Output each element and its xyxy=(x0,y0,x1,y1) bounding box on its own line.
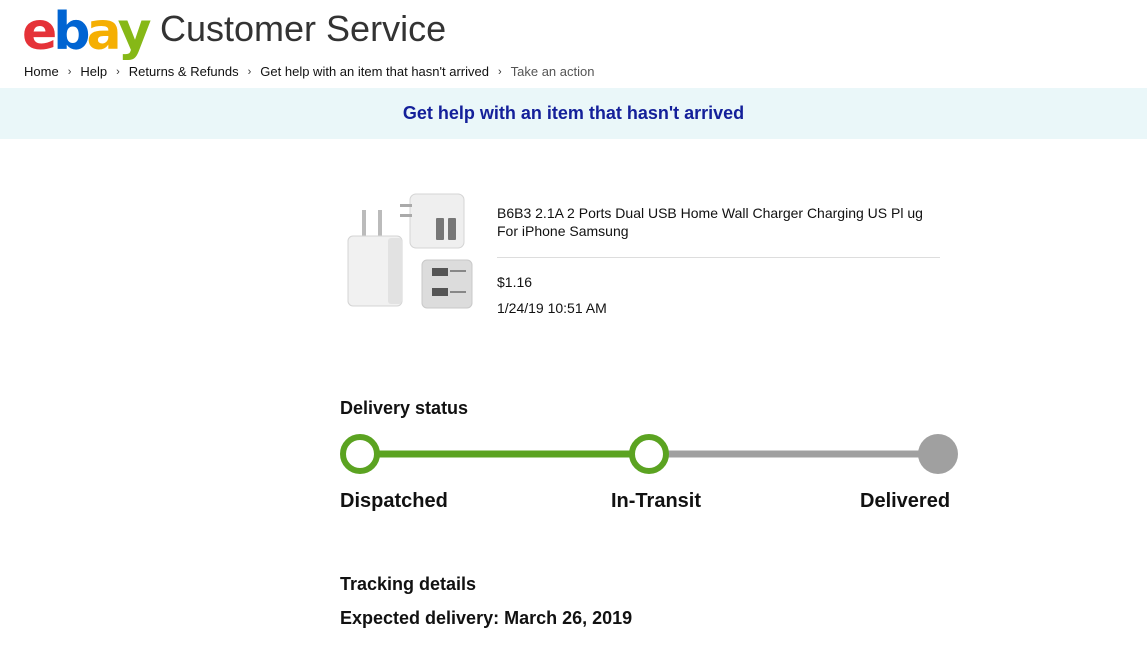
breadcrumb-separator-icon: › xyxy=(497,65,502,78)
breadcrumb-separator-icon: › xyxy=(67,65,72,78)
expected-delivery: Expected delivery: March 26, 2019 xyxy=(340,608,633,628)
tracking-details-heading: Tracking details xyxy=(340,574,477,594)
page-banner: Get help with an item that hasn't arrive… xyxy=(0,88,1147,139)
item-divider xyxy=(497,257,940,258)
item-price: $1.16 xyxy=(497,274,533,290)
usb-wall-charger-image xyxy=(340,188,474,312)
breadcrumb-current: Take an action xyxy=(510,64,595,79)
banner-title: Get help with an item that hasn't arrive… xyxy=(402,103,745,123)
ebay-logo-letter: y xyxy=(117,2,152,62)
breadcrumb: Home › Help › Returns & Refunds › Get he… xyxy=(24,64,594,79)
breadcrumb-help[interactable]: Help xyxy=(80,64,107,79)
breadcrumb-separator-icon: › xyxy=(116,65,120,78)
delivery-progress-tracker xyxy=(340,434,958,474)
ebay-logo-letter: a xyxy=(86,2,122,62)
ebay-logo-text: ebay xyxy=(22,2,152,62)
step-label-in-transit: In-Transit xyxy=(611,490,702,512)
ebay-logo-letter: e xyxy=(22,2,57,62)
ebay-logo-letter: b xyxy=(53,2,90,62)
step-in-transit-icon xyxy=(629,434,669,474)
step-dispatched-icon xyxy=(340,434,380,474)
breadcrumb-home[interactable]: Home xyxy=(24,64,59,79)
step-delivered-icon xyxy=(918,434,958,474)
item-title[interactable]: B6B3 2.1A 2 Ports Dual USB Home Wall Cha… xyxy=(497,204,942,240)
page-title: Customer Service xyxy=(160,8,447,49)
breadcrumb-item-not-arrived[interactable]: Get help with an item that hasn't arrive… xyxy=(260,64,489,79)
breadcrumb-separator-icon: › xyxy=(247,65,252,78)
item-purchase-date: 1/24/19 10:51 AM xyxy=(497,300,607,316)
step-label-delivered: Delivered xyxy=(860,490,951,512)
breadcrumb-returns-refunds[interactable]: Returns & Refunds xyxy=(129,64,239,79)
ebay-logo[interactable]: ebay xyxy=(22,2,152,62)
delivery-status-heading: Delivery status xyxy=(340,398,469,418)
step-label-dispatched: Dispatched xyxy=(340,490,448,512)
